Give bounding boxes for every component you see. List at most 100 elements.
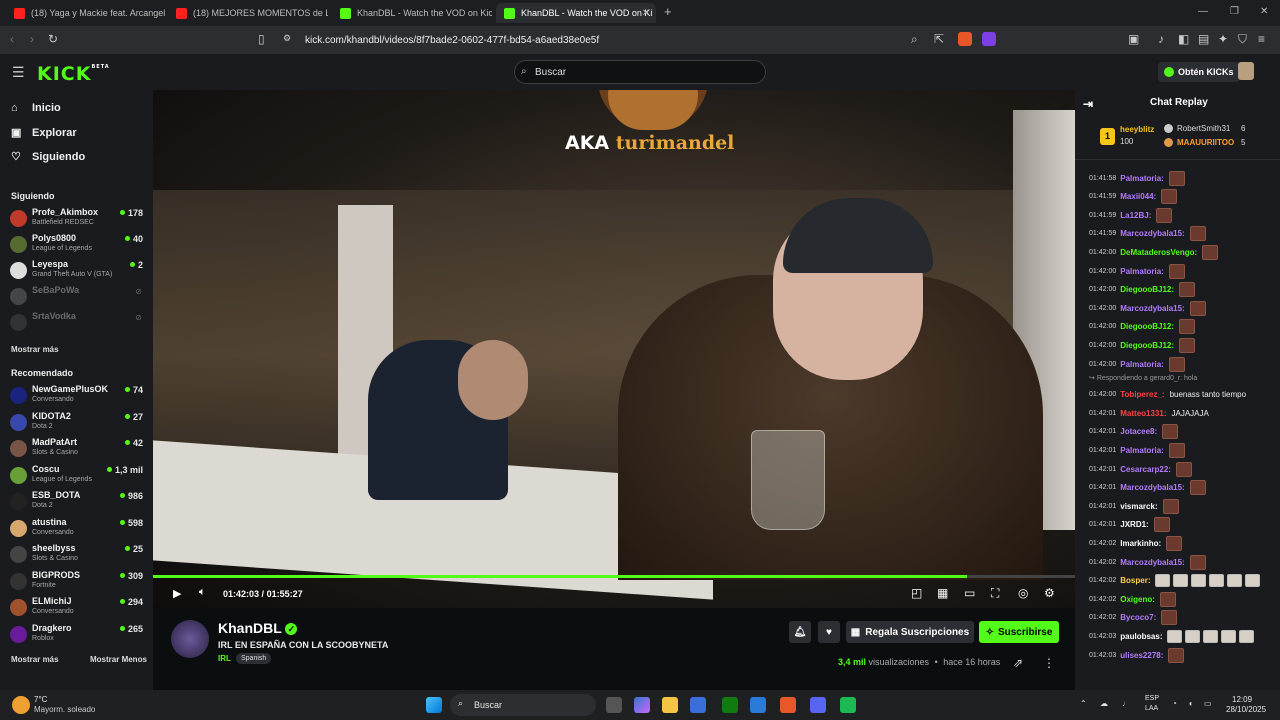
message-username[interactable]: Marcozdybala15:	[1120, 229, 1184, 238]
sidebar-channel[interactable]: atustina Conversando 598	[10, 517, 147, 543]
wifi-icon[interactable]: ◔	[1172, 699, 1177, 708]
more-options-icon[interactable]: ⋮	[1043, 656, 1055, 670]
message-username[interactable]: ulises2278:	[1120, 651, 1163, 660]
new-tab-icon[interactable]: +	[664, 4, 672, 19]
collapse-chat-icon[interactable]: ⇥	[1083, 97, 1093, 111]
brave-icon[interactable]	[780, 697, 796, 713]
message-username[interactable]: Palmatoria:	[1120, 360, 1164, 369]
nav-explorar[interactable]: ▣ Explorar	[11, 126, 77, 140]
sidebar-channel[interactable]: Polys0800 League of Legends 40	[10, 233, 147, 259]
message-username[interactable]: Marcozdybala15:	[1120, 483, 1184, 492]
fullscreen-icon[interactable]: ⛶	[991, 586, 999, 601]
show-less-recommended[interactable]: Mostrar Menos	[90, 655, 147, 664]
sidebar-icon[interactable]: ◧	[1178, 32, 1189, 46]
follow-button[interactable]: ♥	[818, 621, 840, 643]
sidebar-channel[interactable]: ELMichiJ Conversando 294	[10, 596, 147, 622]
maximize-icon[interactable]: ❐	[1230, 6, 1239, 17]
copilot-icon[interactable]	[634, 697, 650, 713]
mic-icon[interactable]: ♩	[1122, 699, 1130, 708]
close-tab-icon[interactable]: ✕	[642, 8, 650, 19]
app-icon[interactable]	[840, 697, 856, 713]
play-icon[interactable]: ▶	[173, 587, 181, 600]
message-username[interactable]: Palmatoria:	[1120, 267, 1164, 276]
language-indicator[interactable]: ESP	[1145, 695, 1159, 702]
message-username[interactable]: Maxii044:	[1120, 192, 1156, 201]
sidebar-channel[interactable]: SeBaPoWa ⊘	[10, 285, 147, 311]
zoom-icon[interactable]: ⌕	[911, 32, 918, 47]
speed-icon[interactable]: ◎	[1018, 586, 1028, 600]
hamburger-menu-icon[interactable]: ☰	[12, 64, 25, 81]
brave-rewards-icon[interactable]	[982, 32, 996, 46]
clock-time[interactable]: 12:09	[1232, 695, 1252, 704]
message-username[interactable]: vismarck:	[1120, 502, 1157, 511]
file-explorer-icon[interactable]	[662, 697, 678, 713]
forward-icon[interactable]: ›	[30, 32, 34, 46]
show-more-following[interactable]: Mostrar más	[11, 345, 59, 354]
leo-icon[interactable]: ✦	[1218, 32, 1228, 46]
wallet-icon[interactable]: ▤	[1198, 32, 1209, 46]
message-username[interactable]: Cesarcarp22:	[1120, 465, 1171, 474]
browser-tab[interactable]: (18) MEJORES MOMENTOS de LA SC	[168, 3, 328, 23]
subscribe-button[interactable]: ✧ Suscribirse	[979, 621, 1059, 643]
task-view-icon[interactable]	[606, 697, 622, 713]
sidebar-channel[interactable]: KIDOTA2 Dota 2 27	[10, 411, 147, 437]
settings-icon[interactable]: ⚙	[1044, 586, 1055, 600]
message-username[interactable]: Tobiperez_:	[1120, 390, 1164, 399]
mail-icon[interactable]	[750, 697, 766, 713]
sidebar-channel[interactable]: Profe_Akimbox Battlefield REDSEC 178	[10, 207, 147, 233]
theater-icon[interactable]: ▭	[964, 586, 975, 600]
music-icon[interactable]: ♪	[1158, 32, 1164, 46]
start-icon[interactable]	[426, 697, 442, 713]
pip-icon[interactable]: ◰	[911, 586, 922, 600]
discord-icon[interactable]	[810, 697, 826, 713]
share-icon[interactable]: ⇱	[934, 32, 944, 46]
channel-name[interactable]: KhanDBL ✓	[218, 620, 298, 636]
message-username[interactable]: DiegoooBJ12:	[1120, 285, 1174, 294]
message-username[interactable]: Matteo1331:	[1120, 409, 1166, 418]
network-icon[interactable]: ☁	[1100, 699, 1108, 708]
sidebar-channel[interactable]: MadPatArt Slots & Casino 42	[10, 437, 147, 463]
sidebar-channel[interactable]: ESB_DOTA Dota 2 986	[10, 490, 147, 516]
message-username[interactable]: JXRD1:	[1120, 520, 1148, 529]
extensions-icon[interactable]: ▣	[1128, 32, 1139, 46]
volume-icon[interactable]: 🔈︎	[199, 586, 206, 599]
language-tag[interactable]: Spanish	[236, 653, 272, 664]
sidebar-channel[interactable]: SrtaVodka ⊘	[10, 311, 147, 337]
close-window-icon[interactable]: ✕	[1260, 6, 1268, 17]
get-kicks-button[interactable]: Obtén KICKs	[1158, 62, 1240, 82]
minimize-icon[interactable]: —	[1198, 6, 1208, 17]
keyboard-layout[interactable]: LAA	[1145, 705, 1158, 712]
browser-tab[interactable]: KhanDBL - Watch the VOD on Kick	[332, 3, 492, 23]
sidebar-channel[interactable]: sheelbyss Slots & Casino 25	[10, 543, 147, 569]
message-username[interactable]: Palmatoria:	[1120, 174, 1164, 183]
user-avatar[interactable]	[1238, 62, 1254, 80]
sidebar-channel[interactable]: Coscu League of Legends 1,3 mil	[10, 464, 147, 490]
leader-name[interactable]: MAAUURIITOO	[1177, 138, 1234, 147]
video-player[interactable]: AKA turimandel ▶ 🔈︎ 01:42:03 / 01:55:27 …	[153, 90, 1075, 608]
site-info-icon[interactable]: ⚙	[283, 33, 291, 44]
message-username[interactable]: paulobsas:	[1120, 632, 1162, 641]
menu-icon[interactable]: ≡	[1258, 32, 1265, 46]
nav-inicio[interactable]: ⌂ Inicio	[11, 102, 61, 114]
vpn-icon[interactable]: ⛉	[1238, 32, 1247, 47]
xbox-icon[interactable]	[722, 697, 738, 713]
browser-tab-active[interactable]: KhanDBL - Watch the VOD on Ki ✕	[496, 3, 656, 23]
message-username[interactable]: Palmatoria:	[1120, 446, 1164, 455]
clock-date[interactable]: 28/10/2025	[1226, 705, 1266, 714]
message-username[interactable]: Imarkinho:	[1120, 539, 1161, 548]
speaker-icon[interactable]: ◖	[1188, 699, 1193, 708]
reload-icon[interactable]: ↻	[48, 32, 58, 46]
gift-subs-button[interactable]: ▦ Regala Suscripciones	[846, 621, 974, 643]
show-more-recommended[interactable]: Mostrar más	[11, 655, 59, 664]
message-username[interactable]: Marcozdybala15:	[1120, 558, 1184, 567]
store-icon[interactable]	[690, 697, 706, 713]
taskbar-search[interactable]: ⌕ Buscar	[450, 694, 596, 716]
message-username[interactable]: Oxigeno:	[1120, 595, 1155, 604]
message-username[interactable]: Bycoco7:	[1120, 613, 1156, 622]
sidebar-channel[interactable]: Dragkero Roblox 265	[10, 623, 147, 649]
channel-avatar[interactable]	[171, 620, 209, 658]
message-username[interactable]: DiegoooBJ12:	[1120, 322, 1174, 331]
search-input[interactable]: ⌕ Buscar	[514, 60, 766, 84]
sidebar-channel[interactable]: BIGPRODS Fortnite 309	[10, 570, 147, 596]
clip-icon[interactable]: ▦	[937, 586, 948, 600]
